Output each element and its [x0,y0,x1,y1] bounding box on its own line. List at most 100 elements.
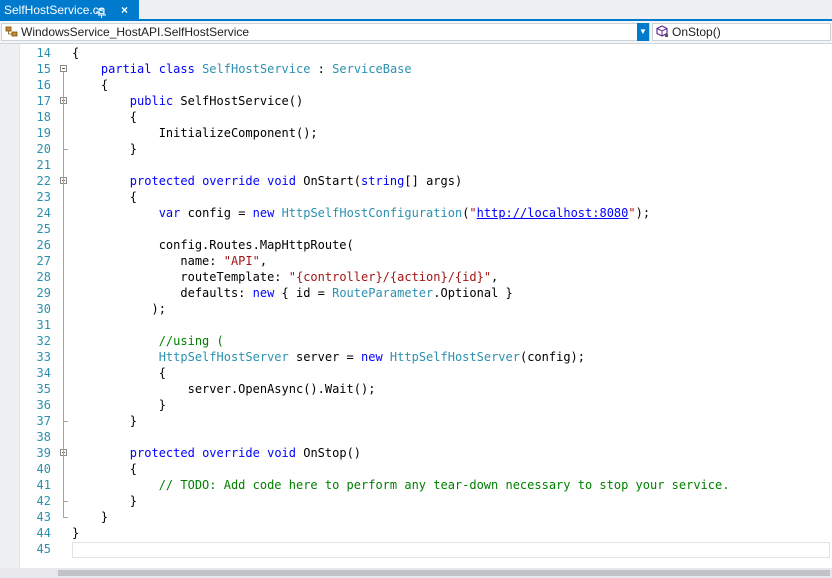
code-text[interactable]: } [72,141,137,157]
pin-icon[interactable] [96,5,108,18]
collapse-icon[interactable] [60,65,67,72]
code-text[interactable]: { [72,189,137,205]
code-token: { id = [274,286,333,300]
code-token: } [72,494,138,508]
line-number: 15 [36,62,51,76]
code-line[interactable]: 40 { [0,461,832,477]
code-line[interactable]: 32 //using ( [0,333,832,349]
code-line[interactable]: 34 { [0,365,832,381]
code-text[interactable]: HttpSelfHostServer server = new HttpSelf… [72,349,585,365]
code-line[interactable]: 39 protected override void OnStop() [0,445,832,461]
code-line[interactable]: 38 [0,429,832,445]
code-text[interactable]: { [72,461,137,477]
class-icon [5,26,19,38]
code-text[interactable]: { [72,365,166,381]
line-number: 21 [36,158,51,172]
code-line[interactable]: 42 } [0,493,832,509]
code-text[interactable]: } [72,493,137,509]
code-line[interactable]: 25 [0,221,832,237]
code-line[interactable]: 33 HttpSelfHostServer server = new HttpS… [0,349,832,365]
document-tab[interactable]: SelfHostService.cs × [0,0,139,21]
code-line[interactable]: 22 protected override void OnStart(strin… [0,173,832,189]
code-text[interactable]: var config = new HttpSelfHostConfigurati… [72,205,650,221]
code-text[interactable]: config.Routes.MapHttpRoute( [72,237,354,253]
code-text[interactable]: protected override void OnStart(string[]… [72,173,462,189]
code-line[interactable]: 44} [0,525,832,541]
code-line[interactable]: 23 { [0,189,832,205]
code-text[interactable]: protected override void OnStop() [72,445,361,461]
code-text[interactable]: } [72,509,108,525]
outline-guide-end [63,421,68,422]
code-line[interactable]: 45 [0,541,832,557]
code-token: { [72,78,109,92]
line-number: 32 [36,334,51,348]
code-text[interactable]: } [72,413,137,429]
code-line[interactable]: 26 config.Routes.MapHttpRoute( [0,237,832,253]
code-token: SelfHostService [202,62,311,76]
code-text[interactable]: } [72,525,79,541]
code-line[interactable]: 37 } [0,413,832,429]
code-text[interactable]: { [72,77,108,93]
line-number: 31 [36,318,51,332]
code-text[interactable]: ); [72,301,165,317]
code-line[interactable]: 35 server.OpenAsync().Wait(); [0,381,832,397]
code-token: { [72,46,80,60]
code-line[interactable]: 27 name: "API", [0,253,832,269]
line-number: 35 [36,382,51,396]
code-line[interactable]: 15 partial class SelfHostService : Servi… [0,61,832,77]
code-line[interactable]: 17 public SelfHostService() [0,93,832,109]
line-number: 42 [36,494,51,508]
close-icon[interactable]: × [121,0,128,21]
code-line[interactable]: 29 defaults: new { id = RouteParameter.O… [0,285,832,301]
code-line[interactable]: 21 [0,157,832,173]
code-line[interactable]: 36 } [0,397,832,413]
code-token: routeTemplate: [72,270,289,284]
code-text[interactable]: //using ( [72,333,224,349]
code-line[interactable]: 31 [0,317,832,333]
code-editor[interactable]: 14 {15 partial class SelfHostService : Se… [0,44,832,568]
line-number: 26 [36,238,51,252]
chevron-down-icon[interactable]: ▼ [637,23,649,41]
code-token: (config); [519,350,585,364]
code-line[interactable]: 24 var config = new HttpSelfHostConfigur… [0,205,832,221]
code-text[interactable]: defaults: new { id = RouteParameter.Opti… [72,285,512,301]
code-text[interactable]: name: "API", [72,253,267,269]
line-number: 17 [36,94,51,108]
code-token: server.OpenAsync().Wait(); [72,382,376,396]
code-line[interactable]: 43 } [0,509,832,525]
code-line[interactable]: 41 // TODO: Add code here to perform any… [0,477,832,493]
code-text[interactable]: InitializeComponent(); [72,125,318,141]
method-icon [656,25,669,38]
code-token: SelfHostService() [173,94,304,108]
member-combo[interactable]: OnStop() [652,23,831,41]
code-line[interactable]: 14 { [0,45,832,61]
line-number: 38 [36,430,51,444]
code-text[interactable]: { [72,45,79,61]
code-token: " [469,206,477,220]
code-line[interactable]: 16 { [0,77,832,93]
horizontal-scrollbar-thumb[interactable] [58,570,830,576]
code-text[interactable]: routeTemplate: "{controller}/{action}/{i… [72,269,498,285]
code-token: [] args) [404,174,463,188]
code-line[interactable]: 19 InitializeComponent(); [0,125,832,141]
code-line[interactable]: 30 ); [0,301,832,317]
code-text[interactable]: { [72,109,137,125]
code-token: } [72,142,138,156]
horizontal-scrollbar[interactable] [0,568,832,578]
code-token: protected [129,446,195,460]
type-combo[interactable]: WindowsService_HostAPI.SelfHostService ▼ [1,23,650,41]
code-text[interactable]: public SelfHostService() [72,93,303,109]
code-text[interactable]: // TODO: Add code here to perform any te… [72,477,730,493]
code-token: override [202,446,260,460]
outline-guide-end [63,149,68,150]
code-text[interactable]: partial class SelfHostService : ServiceB… [72,61,412,77]
code-line[interactable]: 20 } [0,141,832,157]
code-line[interactable]: 18 { [0,109,832,125]
code-line[interactable]: 28 routeTemplate: "{controller}/{action}… [0,269,832,285]
code-text[interactable]: server.OpenAsync().Wait(); [72,381,376,397]
code-text[interactable]: } [72,397,166,413]
